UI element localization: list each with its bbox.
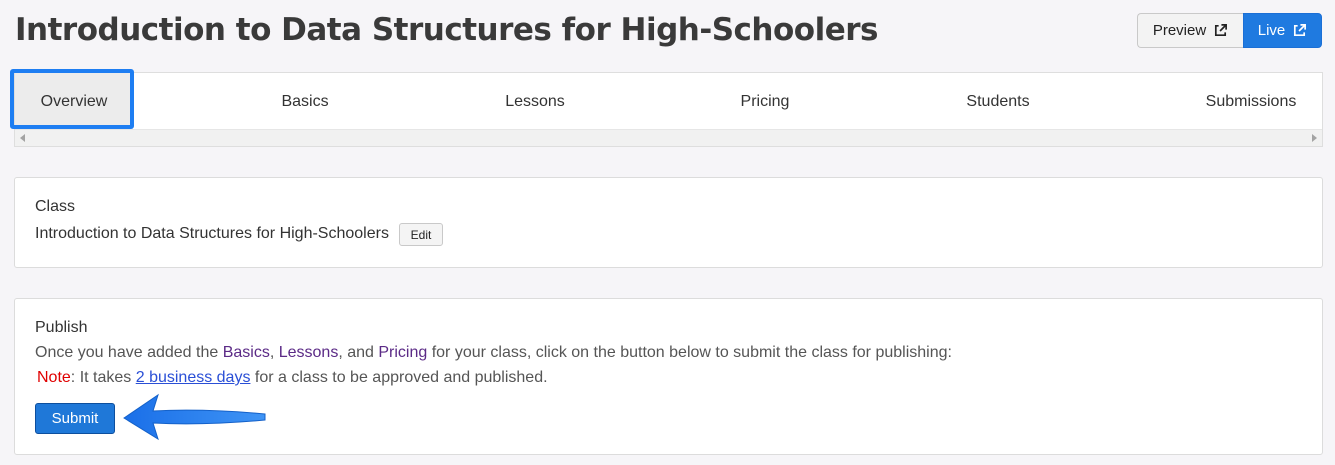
tab-lessons[interactable]: Lessons (475, 73, 595, 130)
note-line: Note: It takes 2 business days for a cla… (37, 369, 548, 387)
pointer-arrow-icon (123, 393, 266, 441)
lessons-link[interactable]: Lessons (279, 344, 339, 361)
page-title: Introduction to Data Structures for High… (15, 12, 878, 48)
class-card: Class Introduction to Data Structures fo… (14, 177, 1323, 268)
external-link-icon (1215, 24, 1228, 37)
publish-heading: Publish (35, 319, 88, 336)
tab-overview[interactable]: Overview (15, 73, 133, 130)
publish-text-and: , and (338, 344, 379, 361)
submit-button[interactable]: Submit (35, 403, 115, 434)
note-label: Note (37, 369, 71, 386)
external-link-icon (1294, 24, 1307, 37)
view-toggle: Preview Live (1137, 13, 1322, 48)
tab-row: Overview Basics Lessons Pricing Students… (15, 73, 1322, 130)
class-name: Introduction to Data Structures for High… (35, 225, 389, 242)
tab-basics[interactable]: Basics (245, 73, 365, 130)
tab-pricing[interactable]: Pricing (705, 73, 825, 130)
publish-text-prefix: Once you have added the (35, 344, 223, 361)
pricing-link[interactable]: Pricing (378, 344, 427, 361)
basics-link[interactable]: Basics (223, 344, 270, 361)
edit-button[interactable]: Edit (399, 223, 443, 246)
publish-text-comma: , (269, 344, 279, 361)
live-button[interactable]: Live (1243, 13, 1322, 48)
class-heading: Class (35, 198, 76, 215)
note-text: : It takes (70, 369, 136, 386)
business-days-link[interactable]: 2 business days (136, 369, 251, 386)
preview-button[interactable]: Preview (1137, 13, 1243, 48)
scroll-left-icon[interactable] (20, 134, 25, 142)
horizontal-scrollbar[interactable] (15, 129, 1322, 146)
preview-label: Preview (1152, 22, 1207, 39)
note-suffix: for a class to be approved and published… (250, 369, 548, 386)
live-label: Live (1257, 22, 1286, 39)
tab-students[interactable]: Students (938, 73, 1058, 130)
scroll-right-icon[interactable] (1312, 134, 1317, 142)
publish-instructions: Once you have added the Basics, Lessons,… (35, 344, 952, 362)
tab-submissions[interactable]: Submissions (1191, 73, 1311, 130)
publish-text-suffix: for your class, click on the button belo… (427, 344, 952, 361)
tab-bar: Overview Basics Lessons Pricing Students… (14, 72, 1323, 147)
